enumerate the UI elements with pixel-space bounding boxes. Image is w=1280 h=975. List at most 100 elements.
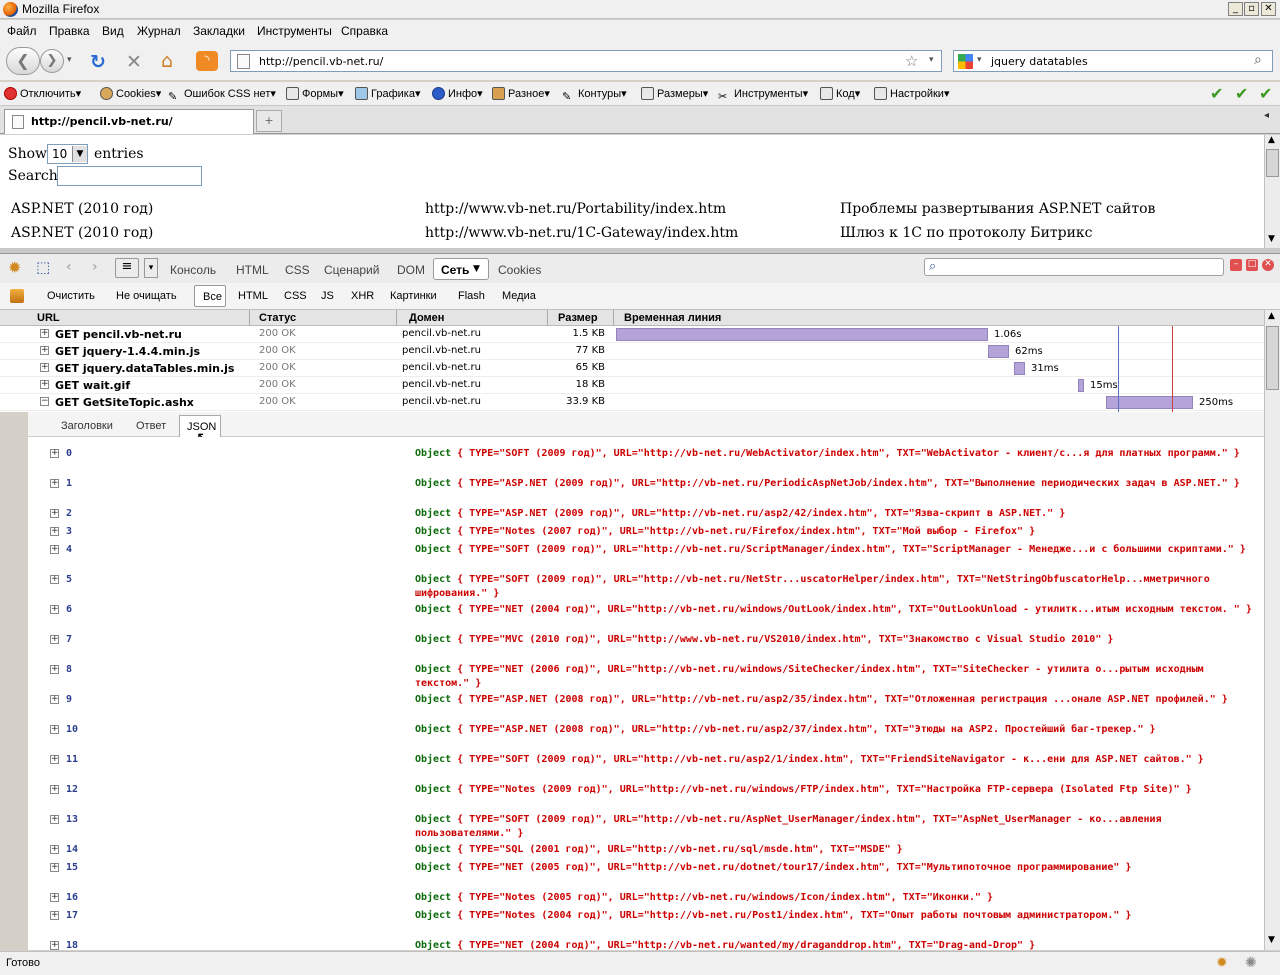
tab-dom[interactable]: DOM <box>397 263 425 277</box>
chevron-down-icon[interactable]: ▾ <box>144 258 158 278</box>
inspect-icon[interactable]: ⬚ <box>36 258 50 276</box>
expand-icon[interactable]: + <box>50 665 59 674</box>
menu-bookmarks[interactable]: Закладки <box>193 24 245 38</box>
forward-button[interactable]: ❯ <box>40 49 64 73</box>
scroll-thumb[interactable] <box>1266 149 1279 177</box>
check-js-icon[interactable]: ✔ <box>1259 84 1272 103</box>
url-dropdown-icon[interactable]: ▾ <box>929 55 934 65</box>
tab-cookies[interactable]: Cookies <box>498 263 541 277</box>
firebug-search-input[interactable]: ⌕ <box>924 258 1224 276</box>
expand-icon[interactable]: + <box>50 605 59 614</box>
filter-html[interactable]: HTML <box>238 290 268 302</box>
col-url[interactable]: URL <box>37 312 60 324</box>
back-button[interactable]: ❮ <box>6 47 40 75</box>
expand-icon[interactable]: + <box>50 479 59 488</box>
firebug-scrollbar[interactable]: ▲ ▼ <box>1264 310 1280 950</box>
filter-all[interactable]: Все <box>194 285 226 307</box>
expand-icon[interactable]: + <box>50 725 59 734</box>
search-bar[interactable]: ▾ jquery datatables ⌕ <box>953 50 1273 72</box>
request-row[interactable]: + GET pencil.vb-net.ru 200 OK pencil.vb-… <box>0 326 1264 343</box>
wd-disable[interactable]: Отключить▾ <box>4 87 81 100</box>
wd-misc[interactable]: Разное▾ <box>492 87 550 100</box>
request-row[interactable]: + GET wait.gif 200 OK pencil.vb-net.ru 1… <box>0 377 1264 394</box>
expand-icon[interactable]: + <box>40 329 49 338</box>
expand-icon[interactable]: + <box>50 815 59 824</box>
request-row-selected[interactable]: − GET GetSiteTopic.ashx 200 OK pencil.vb… <box>0 394 1264 411</box>
firebug-icon[interactable]: ✹ <box>8 258 21 277</box>
list-icon[interactable]: ≡ <box>115 258 139 278</box>
expand-icon[interactable]: + <box>50 845 59 854</box>
expand-icon[interactable]: + <box>50 941 59 950</box>
page-scrollbar[interactable]: ▲ ▼ <box>1264 135 1280 248</box>
forward-icon[interactable]: › <box>92 259 98 275</box>
tab-script[interactable]: Сценарий <box>324 263 379 277</box>
filter-flash[interactable]: Flash <box>458 290 485 302</box>
rss-icon[interactable]: ◝ <box>196 51 218 71</box>
wd-tools[interactable]: ✂ Инструменты▾ <box>718 87 808 103</box>
menu-tools[interactable]: Инструменты <box>257 24 332 38</box>
persist-button[interactable]: Не очищать <box>116 290 177 302</box>
tab-css[interactable]: CSS <box>285 263 310 277</box>
close-button[interactable]: ✕ <box>1261 2 1276 16</box>
menu-edit[interactable]: Правка <box>49 24 90 38</box>
tab-response[interactable]: Ответ <box>136 420 166 432</box>
tab-headers[interactable]: Заголовки <box>61 420 113 432</box>
filter-js[interactable]: JS <box>321 290 334 302</box>
search-icon[interactable]: ⌕ <box>1254 52 1262 68</box>
detach-panel-icon[interactable]: □ <box>1246 259 1258 271</box>
wd-css-errors[interactable]: ✎ Ошибок CSS нет▾ <box>168 87 276 103</box>
filter-css[interactable]: CSS <box>284 290 307 302</box>
tab-html[interactable]: HTML <box>236 263 269 277</box>
col-status[interactable]: Статус <box>259 312 296 324</box>
filter-xhr[interactable]: XHR <box>351 290 374 302</box>
expand-icon[interactable]: + <box>50 509 59 518</box>
engine-dropdown-icon[interactable]: ▾ <box>977 55 982 65</box>
col-timeline[interactable]: Временная линия <box>624 312 721 324</box>
collapse-icon[interactable]: − <box>40 397 49 406</box>
minimize-button[interactable]: _ <box>1228 2 1243 16</box>
expand-icon[interactable]: + <box>50 911 59 920</box>
reload-icon[interactable]: ↻ <box>90 51 106 73</box>
wd-images[interactable]: Графика▾ <box>355 87 420 100</box>
scroll-up-icon[interactable]: ▲ <box>1268 311 1275 321</box>
expand-icon[interactable]: + <box>50 635 59 644</box>
request-row[interactable]: + GET jquery.dataTables.min.js 200 OK pe… <box>0 360 1264 377</box>
expand-icon[interactable]: + <box>50 449 59 458</box>
entries-select[interactable]: 10 ▼ <box>47 144 88 164</box>
addon-icon[interactable]: ✺ <box>1245 955 1257 971</box>
expand-icon[interactable]: + <box>40 380 49 389</box>
expand-icon[interactable]: + <box>50 575 59 584</box>
scroll-down-icon[interactable]: ▼ <box>1268 234 1275 244</box>
menu-history[interactable]: Журнал <box>137 24 181 38</box>
col-size[interactable]: Размер <box>558 312 598 324</box>
expand-icon[interactable]: + <box>40 363 49 372</box>
expand-icon[interactable]: + <box>50 755 59 764</box>
clear-button[interactable]: Очистить <box>47 290 95 302</box>
star-icon[interactable]: ☆ <box>905 52 918 70</box>
stop-icon[interactable]: ✕ <box>126 51 142 73</box>
wd-info[interactable]: Инфо▾ <box>432 87 483 100</box>
new-tab-button[interactable]: + <box>256 110 282 132</box>
tab-pencil[interactable]: http://pencil.vb-net.ru/ <box>4 109 254 134</box>
expand-icon[interactable]: + <box>50 863 59 872</box>
search-input[interactable] <box>57 166 202 186</box>
check-css-icon[interactable]: ✔ <box>1235 84 1248 103</box>
menu-help[interactable]: Справка <box>341 24 388 38</box>
tab-net[interactable]: Сеть ▼ <box>433 258 489 280</box>
scroll-down-icon[interactable]: ▼ <box>1268 935 1275 945</box>
check-html-icon[interactable]: ✔ <box>1210 84 1223 103</box>
expand-icon[interactable]: + <box>40 346 49 355</box>
wd-resize[interactable]: Размеры▾ <box>641 87 708 100</box>
expand-icon[interactable]: + <box>50 893 59 902</box>
history-dropdown-icon[interactable]: ▾ <box>67 55 72 65</box>
close-panel-icon[interactable]: ✕ <box>1262 259 1274 271</box>
expand-icon[interactable]: + <box>50 527 59 536</box>
menu-file[interactable]: Файл <box>7 24 37 38</box>
wd-source[interactable]: Код▾ <box>820 87 860 100</box>
col-domain[interactable]: Домен <box>409 312 444 324</box>
back-icon[interactable]: ‹ <box>66 259 72 275</box>
scroll-thumb[interactable] <box>1266 326 1279 390</box>
scroll-up-icon[interactable]: ▲ <box>1268 135 1275 145</box>
home-icon[interactable]: ⌂ <box>161 50 173 72</box>
wd-cookies[interactable]: Cookies▾ <box>100 87 161 100</box>
